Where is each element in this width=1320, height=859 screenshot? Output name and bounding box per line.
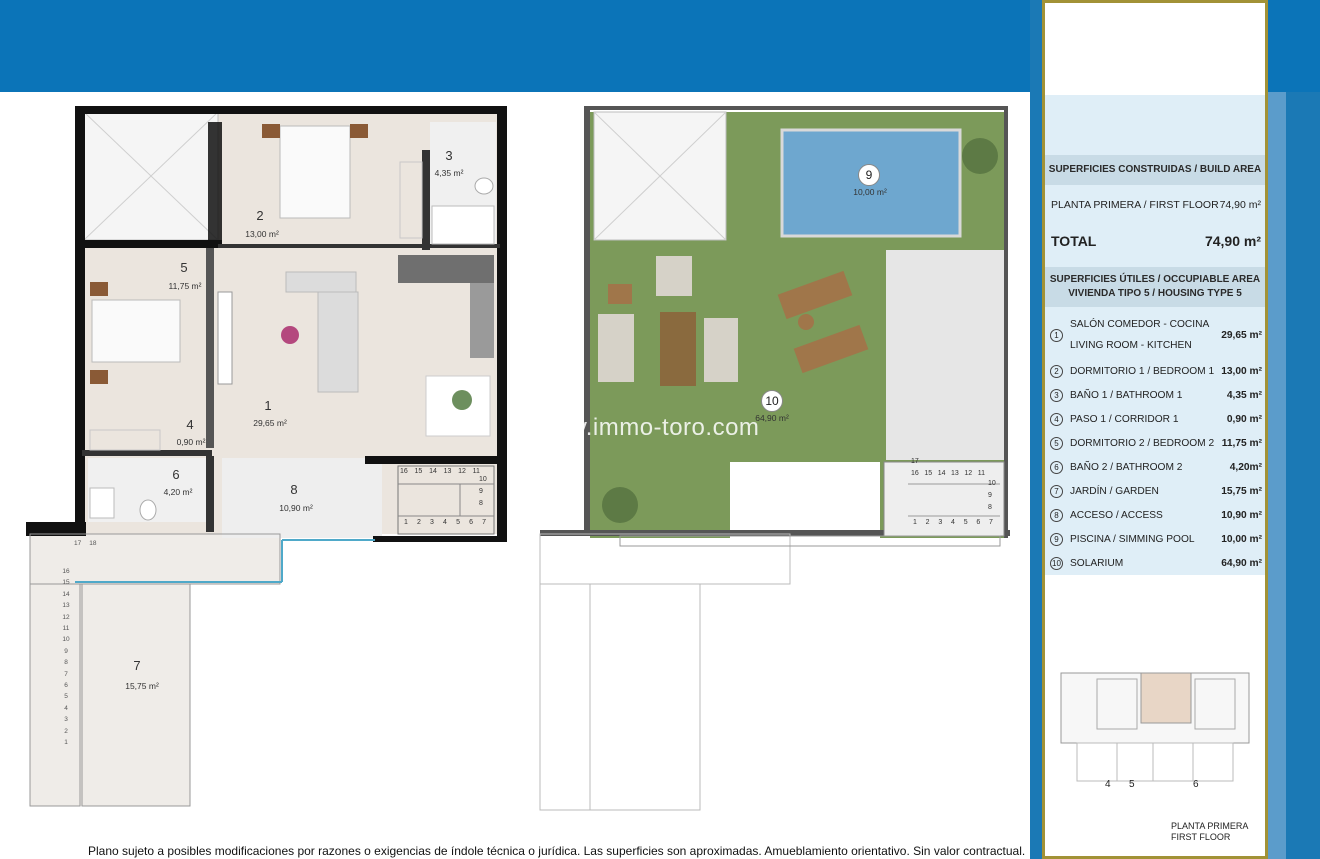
area-number-badge: 2 (1050, 364, 1063, 378)
first-floor-value: 74,90 m² (1219, 199, 1261, 211)
stair-step: 4 (951, 519, 955, 526)
area-value: 13,00 m² (1221, 365, 1262, 377)
area-row-4: 4 PASO 1 / CORRIDOR 1 0,90 m² (1050, 407, 1262, 431)
right-stairs-top: 16 15 14 13 12 11 (911, 470, 985, 477)
floor-caption-line-2: FIRST FLOOR (1171, 832, 1231, 842)
area-number-badge: 4 (1050, 412, 1063, 426)
area-row-10: 10 SOLARIUM 64,90 m² (1050, 551, 1262, 575)
total-row: TOTAL 74,90 m² (1051, 233, 1261, 249)
area-value: 4,20m² (1229, 461, 1262, 473)
room-10-area: 64,90 m² (755, 413, 789, 423)
stair-step: 11 (977, 470, 985, 477)
area-label: SOLARIUM (1070, 557, 1124, 569)
area-label-line-2: LIVING ROOM - KITCHEN (1070, 340, 1192, 351)
header-band-right (1268, 0, 1320, 92)
first-floor-label: PLANTA PRIMERA / FIRST FLOOR (1051, 199, 1219, 211)
total-value: 74,90 m² (1204, 233, 1261, 249)
floor-caption: PLANTA PRIMERA FIRST FLOOR (1171, 821, 1248, 843)
useful-heading-2: VIVIENDA TIPO 5 / HOUSING TYPE 5 (1068, 288, 1242, 299)
area-label: SALÓN COMEDOR - COCINA LIVING ROOM - KIT… (1070, 314, 1221, 356)
key-label-4: 4 (1105, 779, 1111, 790)
area-row-8: 8 ACCESO / ACCESS 10,90 m² (1050, 503, 1262, 527)
room-10-number: 10 (761, 390, 783, 412)
legend-panel: SUPERFICIES CONSTRUIDAS / BUILD AREA PLA… (1042, 0, 1268, 859)
area-value: 10,90 m² (1221, 509, 1262, 521)
stair-step: 16 (911, 470, 919, 477)
area-label: BAÑO 2 / BATHROOM 2 (1070, 461, 1183, 473)
useful-heading: SUPERFICIES ÚTILES / OCCUPIABLE AREA VIV… (1045, 267, 1265, 307)
area-row-1: 1 SALÓN COMEDOR - COCINA LIVING ROOM - K… (1050, 313, 1262, 357)
area-row-6: 6 BAÑO 2 / BATHROOM 2 4,20m² (1050, 455, 1262, 479)
area-label: JARDÍN / GARDEN (1070, 485, 1159, 497)
area-row-2: 2 DORMITORIO 1 / BEDROOM 1 13,00 m² (1050, 359, 1262, 383)
area-label: PISCINA / SIMMING POOL (1070, 533, 1195, 545)
stair-step: 10 (988, 480, 996, 487)
stair-step: 9 (988, 492, 992, 499)
legend-background: SUPERFICIES CONSTRUIDAS / BUILD AREA PLA… (1045, 95, 1265, 575)
first-floor-row: PLANTA PRIMERA / FIRST FLOOR 74,90 m² (1051, 199, 1261, 211)
floor-caption-line-1: PLANTA PRIMERA (1171, 821, 1249, 831)
stair-step: 7 (989, 519, 993, 526)
area-row-3: 3 BAÑO 1 / BATHROOM 1 4,35 m² (1050, 383, 1262, 407)
stair-step: 5 (963, 519, 968, 526)
side-band-left (1030, 0, 1042, 859)
area-label: DORMITORIO 2 / BEDROOM 2 (1070, 437, 1215, 449)
area-value: 15,75 m² (1221, 485, 1262, 497)
area-value: 29,65 m² (1221, 329, 1262, 341)
area-number-badge: 3 (1050, 388, 1063, 402)
stair-step: 14 (937, 470, 946, 477)
stair-step: 6 (976, 519, 981, 526)
key-label-6: 6 (1193, 779, 1199, 790)
room-9-area: 10,00 m² (853, 187, 887, 197)
area-label: ACCESO / ACCESS (1070, 509, 1163, 521)
area-number-badge: 6 (1050, 460, 1063, 474)
room-9-number: 9 (858, 164, 880, 186)
stair-step: 2 (925, 519, 930, 526)
area-number-badge: 1 (1050, 328, 1063, 342)
build-area-heading: SUPERFICIES CONSTRUIDAS / BUILD AREA (1045, 155, 1265, 185)
useful-heading-1: SUPERFICIES ÚTILES / OCCUPIABLE AREA (1049, 274, 1261, 285)
area-number-badge: 10 (1050, 556, 1063, 570)
stair-step: 8 (988, 504, 992, 511)
watermark: v.immo-toro.com (575, 414, 760, 441)
stair-step: 3 (938, 519, 943, 526)
stair-step: 13 (951, 470, 959, 477)
area-row-9: 9 PISCINA / SIMMING POOL 10,00 m² (1050, 527, 1262, 551)
area-label: DORMITORIO 1 / BEDROOM 1 (1070, 365, 1215, 377)
key-label-5: 5 (1129, 779, 1135, 790)
area-number-badge: 5 (1050, 436, 1063, 450)
area-label-line-1: SALÓN COMEDOR - COCINA (1070, 319, 1210, 330)
floorplan-right (539, 106, 1010, 811)
side-band-right (1268, 0, 1320, 859)
key-plan (1060, 672, 1250, 782)
stair-step: 1 (913, 519, 917, 526)
stair-step: 15 (924, 470, 933, 477)
right-stairs-bottom: 1 2 3 4 5 6 7 (913, 519, 993, 526)
area-number-badge: 9 (1050, 532, 1063, 546)
area-number-badge: 7 (1050, 484, 1063, 498)
stair-step: 12 (964, 470, 973, 477)
area-row-7: 7 JARDÍN / GARDEN 15,75 m² (1050, 479, 1262, 503)
area-value: 10,00 m² (1221, 533, 1262, 545)
area-number-badge: 8 (1050, 508, 1063, 522)
area-value: 4,35 m² (1226, 389, 1262, 401)
total-label: TOTAL (1051, 233, 1097, 249)
area-label: PASO 1 / CORRIDOR 1 (1070, 413, 1179, 425)
area-value: 0,90 m² (1226, 413, 1262, 425)
area-value: 64,90 m² (1221, 557, 1262, 569)
disclaimer: Plano sujeto a posibles modificaciones p… (88, 844, 1026, 858)
area-row-5: 5 DORMITORIO 2 / BEDROOM 2 11,75 m² (1050, 431, 1262, 455)
area-label: BAÑO 1 / BATHROOM 1 (1070, 389, 1183, 401)
right-stairs-17: 17 (911, 458, 919, 465)
right-stairs-right: 10 9 8 (988, 478, 998, 514)
area-value: 11,75 m² (1221, 437, 1262, 449)
